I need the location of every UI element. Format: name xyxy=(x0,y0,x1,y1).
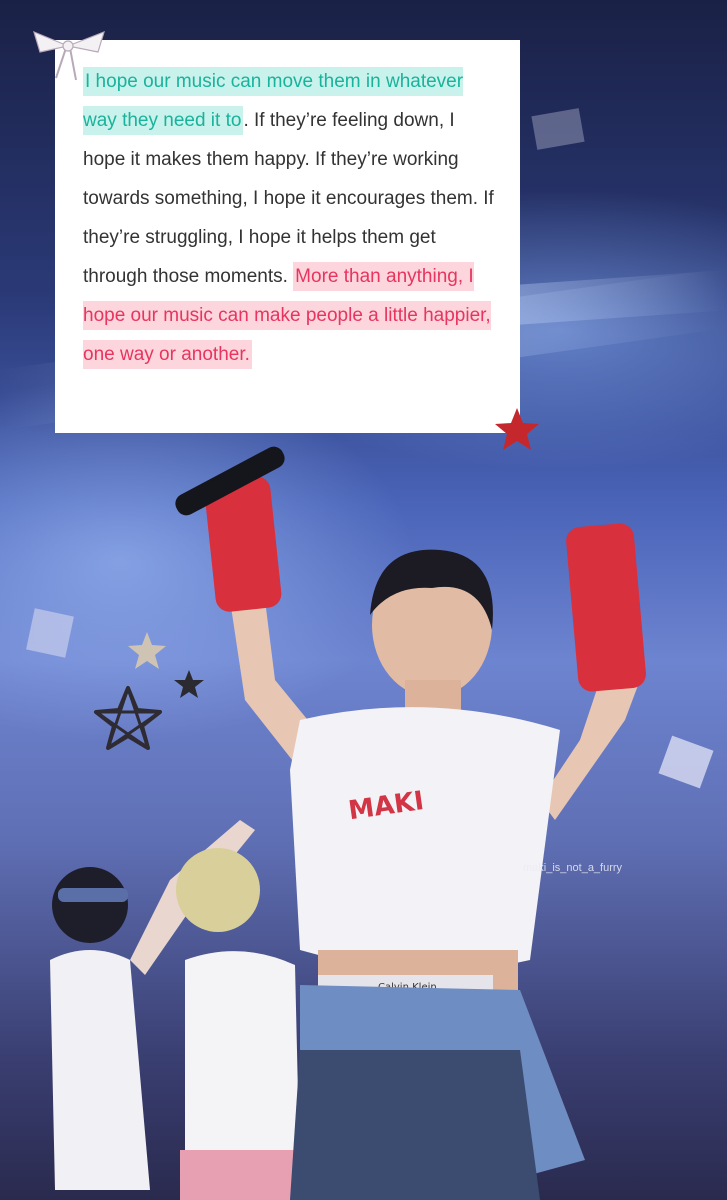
beige-star-icon xyxy=(128,632,166,669)
ribbon-bow-icon xyxy=(33,30,105,81)
outline-star-icon xyxy=(94,686,162,750)
watermark-text: maki_is_not_a_furry xyxy=(523,862,623,874)
performer-blonde xyxy=(176,848,300,1200)
dark-star-icon xyxy=(174,670,204,698)
quote-body-text: . If they’re feeling down, I hope it mak… xyxy=(83,110,494,287)
red-star-icon xyxy=(495,408,539,450)
quote-card: I hope our music can move them in whatev… xyxy=(55,40,520,433)
